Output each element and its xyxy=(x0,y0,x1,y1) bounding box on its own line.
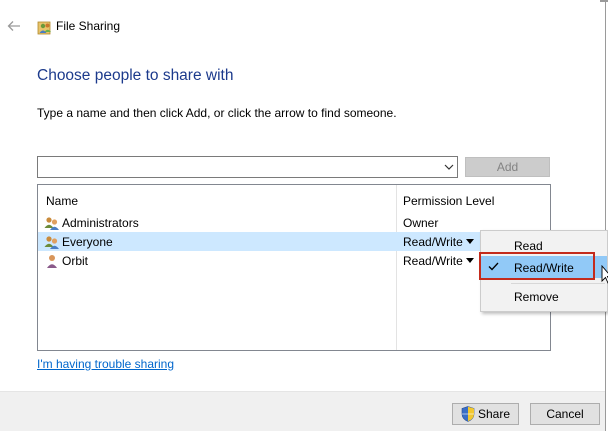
row-permission: Owner xyxy=(403,216,439,230)
row-permission[interactable]: Read/Write xyxy=(403,235,463,249)
user-icon xyxy=(47,255,57,268)
share-button-label: Share xyxy=(477,407,511,421)
row-name: Orbit xyxy=(62,254,89,268)
row-name: Everyone xyxy=(62,235,113,249)
menu-item-label: Remove xyxy=(514,290,559,304)
highlight-annotation-box xyxy=(479,252,595,280)
list-row-orbit[interactable]: Orbit Read/Write xyxy=(38,251,550,270)
row-permission[interactable]: Read/Write xyxy=(403,254,463,268)
chevron-down-icon[interactable] xyxy=(444,163,454,171)
column-header-permission[interactable]: Permission Level xyxy=(403,194,494,208)
page-heading: Choose people to share with xyxy=(37,67,234,84)
column-header-name[interactable]: Name xyxy=(46,194,78,208)
sharing-list: Name Permission Level Administrators Own… xyxy=(37,184,551,351)
group-users-icon xyxy=(44,236,59,249)
row-name: Administrators xyxy=(62,216,139,230)
trouble-sharing-link[interactable]: I'm having trouble sharing xyxy=(37,357,174,371)
share-button[interactable]: Share xyxy=(452,403,519,425)
group-users-icon xyxy=(44,217,59,230)
instructions-text: Type a name and then click Add, or click… xyxy=(37,106,397,120)
name-input[interactable] xyxy=(38,157,433,177)
window-edge xyxy=(600,0,608,2)
menu-separator xyxy=(511,283,605,284)
add-button[interactable]: Add xyxy=(465,157,550,177)
list-row-administrators[interactable]: Administrators Owner xyxy=(38,213,550,232)
window-title: File Sharing xyxy=(56,19,121,33)
permission-dropdown-arrow-icon[interactable] xyxy=(466,258,474,263)
menu-item-label: Read xyxy=(514,239,543,253)
footer-bar: Share Cancel xyxy=(0,391,605,431)
uac-shield-icon xyxy=(461,406,475,422)
back-arrow-icon[interactable] xyxy=(6,18,22,34)
name-combo-box[interactable] xyxy=(37,156,458,178)
mouse-cursor-icon xyxy=(601,265,608,284)
window-border xyxy=(605,0,606,431)
menu-item-remove[interactable]: Remove xyxy=(481,285,607,307)
list-row-everyone[interactable]: Everyone Read/Write xyxy=(38,232,550,251)
cancel-button[interactable]: Cancel xyxy=(530,403,600,425)
permission-dropdown-arrow-icon[interactable] xyxy=(466,239,474,244)
file-sharing-icon xyxy=(37,21,51,35)
